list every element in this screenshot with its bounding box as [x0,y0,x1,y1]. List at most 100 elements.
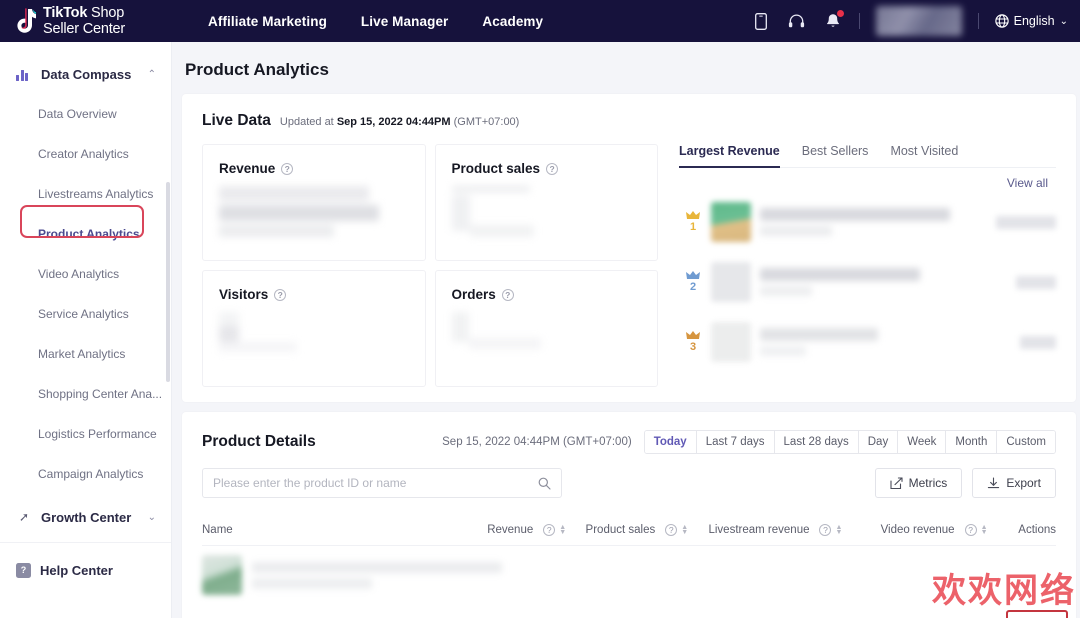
chevron-down-icon: ⌄ [1059,15,1068,27]
metric-value-blurred [219,312,409,352]
view-all-link[interactable]: View all [1007,176,1048,190]
column-header-livestream-revenue[interactable]: Livestream revenue ? ▲ ▼ [708,523,880,536]
column-header-revenue[interactable]: Revenue ? ▲ ▼ [487,523,585,536]
product-details-title: Product Details [202,433,316,450]
search-icon[interactable] [538,477,551,490]
help-icon[interactable]: ? [665,523,678,536]
date-filter-last-28-days[interactable]: Last 28 days [774,431,859,453]
sidebar-item-label: Service Analytics [38,307,129,321]
column-label: Revenue [487,523,534,536]
headset-support-icon[interactable] [787,11,807,31]
column-label: Livestream revenue [708,523,810,536]
sidebar-item-label: Video Analytics [38,267,120,281]
metric-title-row: Visitors ? [219,287,409,302]
help-icon[interactable]: ? [274,288,287,301]
help-icon[interactable]: ? [543,523,556,536]
app-root: TikTok Shop Seller Center Affiliate Mark… [0,0,1080,618]
date-filter-today[interactable]: Today [644,431,697,453]
date-filter-last-7-days[interactable]: Last 7 days [696,431,775,453]
updated-timezone: (GMT+07:00) [453,116,520,128]
search-input[interactable] [213,476,538,490]
growth-arrow-icon: ➚ [18,510,30,524]
metric-value-blurred [451,186,642,237]
metric-label: Product sales [451,161,541,176]
metric-card-revenue[interactable]: Revenue ? [202,144,426,261]
live-data-body: Revenue ? Product sales ? Visitors ? Ord… [202,144,1056,396]
language-label: English [1013,14,1055,28]
column-label: Product sales [585,523,656,536]
help-icon[interactable]: ? [281,162,294,175]
column-label: Actions [1018,523,1056,536]
product-revenue-blurred [1020,335,1056,349]
product-thumbnail [711,322,751,362]
export-button[interactable]: Export [972,468,1056,498]
sidebar-section-data-compass[interactable]: Data Compass ⌃ [0,54,172,94]
rank-row-3[interactable]: 3 [679,314,1056,370]
product-search-box[interactable] [202,468,562,498]
chevron-up-icon: ⌃ [147,68,156,80]
metrics-button[interactable]: Metrics [874,468,963,498]
date-filter-custom[interactable]: Custom [997,431,1055,453]
sidebar-item-help-center[interactable]: ? Help Center [0,553,171,587]
metric-card-product-sales[interactable]: Product sales ? [434,144,658,261]
sort-icon[interactable]: ▲ ▼ [981,524,988,536]
sidebar-item-campaign-analytics[interactable]: Campaign Analytics [0,454,172,494]
sidebar-item-label: Livestreams Analytics [38,187,154,201]
column-header-name[interactable]: Name [202,524,487,536]
tab-most-visited[interactable]: Most Visited [890,144,958,167]
sort-icon[interactable]: ▲ ▼ [681,524,688,536]
product-thumbnail [202,555,242,595]
user-account-area[interactable] [875,6,962,36]
notification-bell-icon[interactable] [823,10,844,31]
rank-row-2[interactable]: 2 [679,254,1056,310]
sidebar-scrollbar[interactable] [166,182,170,382]
rank-row-1[interactable]: 1 [679,194,1056,250]
sidebar-item-creator-analytics[interactable]: Creator Analytics [0,134,172,174]
sort-icon[interactable]: ▲ ▼ [559,524,566,536]
metric-card-visitors[interactable]: Visitors ? [202,270,426,387]
metric-cards-grid: Revenue ? Product sales ? Visitors ? Ord… [202,144,667,396]
metric-value-blurred [451,312,642,349]
sidebar-item-video-analytics[interactable]: Video Analytics [0,254,172,294]
sidebar-item-market-analytics[interactable]: Market Analytics [0,334,172,374]
date-filter-week[interactable]: Week [898,431,947,453]
tiktok-note-icon [14,8,38,34]
sidebar-item-livestreams-analytics[interactable]: Livestreams Analytics [0,174,172,214]
live-data-title: Live Data [202,112,271,129]
nav-link-affiliate-marketing[interactable]: Affiliate Marketing [208,14,327,29]
nav-link-live-manager[interactable]: Live Manager [361,14,448,29]
sidebar-item-label: Shopping Center Ana... [38,387,163,401]
column-header-video-revenue[interactable]: Video revenue ? ▲ ▼ [881,523,1019,536]
product-name-blurred [760,268,1016,296]
sidebar-item-logistics-performance[interactable]: Logistics Performance [0,414,172,454]
help-icon[interactable]: ? [819,523,832,536]
help-icon[interactable]: ? [501,288,514,301]
sidebar-item-data-overview[interactable]: Data Overview [0,94,172,134]
sidebar-item-product-analytics[interactable]: Product Analytics [0,214,172,254]
sort-icon[interactable]: ▲ ▼ [835,524,842,536]
metric-card-orders[interactable]: Orders ? [434,270,658,387]
metric-label: Revenue [219,161,276,176]
help-icon[interactable]: ? [546,162,559,175]
tab-best-sellers[interactable]: Best Sellers [802,144,869,167]
rank-tabs: Largest Revenue Best Sellers Most Visite… [679,144,1056,168]
sidebar-item-service-analytics[interactable]: Service Analytics [0,294,172,334]
sidebar-section-label: Data Compass [41,66,132,82]
mobile-app-icon[interactable] [751,11,771,31]
nav-link-academy[interactable]: Academy [482,14,543,29]
top-products-panel: Largest Revenue Best Sellers Most Visite… [667,144,1056,396]
date-filter-day[interactable]: Day [858,431,899,453]
metric-title-row: Orders ? [452,287,642,302]
column-header-product-sales[interactable]: Product sales ? ▲ ▼ [585,523,709,536]
growth-center-label: Growth Center [41,509,132,525]
date-filter-month[interactable]: Month [946,431,998,453]
tab-largest-revenue[interactable]: Largest Revenue [679,144,780,168]
brand-logo[interactable]: TikTok Shop Seller Center [0,5,190,37]
help-icon[interactable]: ? [964,523,977,536]
sidebar-item-shopping-center-analytics[interactable]: Shopping Center Ana... [0,374,172,414]
crown-icon [686,331,700,340]
product-details-header: Product Details Sep 15, 2022 04:44PM (GM… [202,430,1056,454]
language-selector[interactable]: English ⌄ [994,14,1068,28]
table-row[interactable]: View [202,546,1056,604]
sidebar-section-growth-center[interactable]: ➚ Growth Center ⌄ [0,500,172,534]
